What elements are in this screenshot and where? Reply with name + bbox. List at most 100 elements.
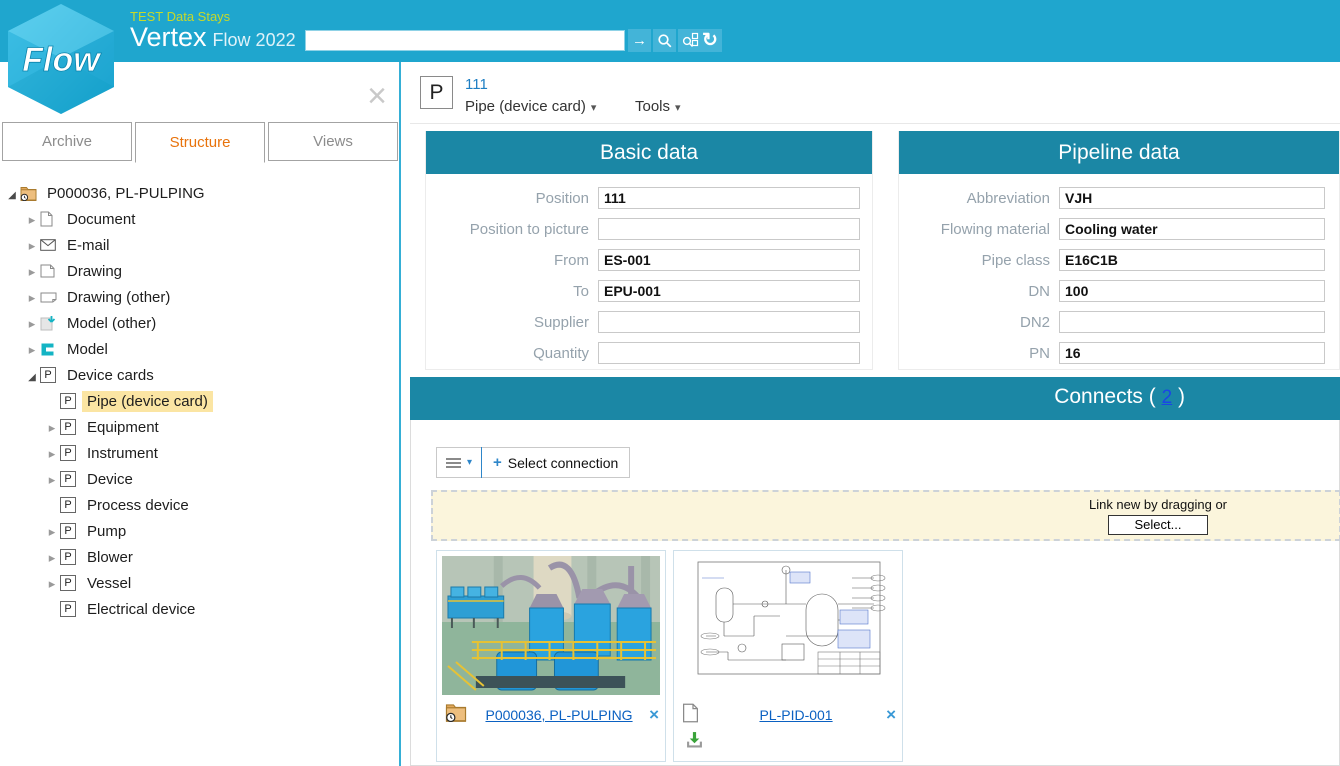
download-icon[interactable] — [686, 731, 703, 753]
tree-item-device[interactable]: P Device — [0, 466, 398, 492]
caret-collapsed-icon[interactable] — [24, 341, 40, 358]
quantity-input[interactable] — [598, 342, 860, 364]
svg-text:Flow: Flow — [22, 41, 102, 79]
connects-count-link[interactable]: 2 — [1162, 387, 1173, 408]
caret-collapsed-icon[interactable] — [44, 549, 60, 566]
caret-collapsed-icon[interactable] — [44, 445, 60, 462]
pipe-class-input[interactable] — [1059, 249, 1325, 271]
tree-item-device-cards[interactable]: P Device cards — [0, 362, 398, 388]
pipeline-data-panel: Pipeline data Abbreviation Flowing mater… — [898, 131, 1340, 370]
from-input[interactable] — [598, 249, 860, 271]
caret-collapsed-icon[interactable] — [44, 523, 60, 540]
tab-views[interactable]: Views — [268, 122, 398, 161]
tree-item-blower[interactable]: P Blower — [0, 544, 398, 570]
caret-expanded-icon[interactable] — [4, 185, 20, 202]
tab-structure[interactable]: Structure — [135, 122, 265, 163]
linked-item-card: PL-PID-001 × — [673, 550, 903, 762]
search-tools-group: ↻ — [678, 29, 722, 52]
tools-dropdown[interactable]: Tools▾ — [635, 98, 681, 115]
caret-collapsed-icon[interactable] — [24, 289, 40, 306]
linked-project-link[interactable]: P000036, PL-PULPING — [475, 707, 643, 723]
pn-input[interactable] — [1059, 342, 1325, 364]
field-label-quantity: Quantity — [426, 345, 598, 362]
position-input[interactable] — [598, 187, 860, 209]
sidebar-tabs: Archive Structure Views — [2, 122, 398, 163]
advanced-search-icon[interactable] — [682, 32, 699, 49]
chevron-down-icon: ▾ — [591, 102, 597, 114]
flow-logo: Flow — [8, 4, 114, 114]
device-card-icon: P — [60, 497, 82, 513]
brand-name: Vertex — [130, 22, 207, 52]
caret-collapsed-icon[interactable] — [44, 575, 60, 592]
device-card-icon: P — [60, 601, 82, 617]
tree-item-process-device[interactable]: P Process device — [0, 492, 398, 518]
linked-item-card: P000036, PL-PULPING × — [436, 550, 666, 762]
device-card-icon: P — [60, 419, 82, 435]
supplier-input[interactable] — [598, 311, 860, 333]
tab-archive[interactable]: Archive — [2, 122, 132, 161]
flowing-material-input[interactable] — [1059, 218, 1325, 240]
tree-item-electrical-device[interactable]: P Electrical device — [0, 596, 398, 622]
folder-clock-icon — [20, 186, 42, 201]
tree-item-drawing[interactable]: Drawing — [0, 258, 398, 284]
field-label-supplier: Supplier — [426, 314, 598, 331]
tree-item-drawing-other[interactable]: Drawing (other) — [0, 284, 398, 310]
connections-menu-button[interactable]: ▾ — [437, 448, 481, 477]
close-icon[interactable]: × — [367, 82, 387, 110]
drawing-other-icon — [40, 292, 62, 303]
field-label-dn: DN — [899, 283, 1059, 300]
connects-title: Connects ( 2 ) — [1054, 385, 1185, 409]
connects-panel-header: Connects ( 2 ) — [410, 377, 1340, 420]
tree-item-vessel[interactable]: P Vessel — [0, 570, 398, 596]
device-card-icon: P — [60, 471, 82, 487]
tree-item-equipment[interactable]: P Equipment — [0, 414, 398, 440]
hamburger-icon — [446, 456, 461, 470]
link-drop-zone[interactable]: Link new by dragging or Select... — [431, 490, 1340, 541]
select-connection-button[interactable]: + Select connection — [482, 448, 629, 477]
device-card-icon: P — [60, 523, 82, 539]
plant-3d-thumbnail[interactable] — [442, 556, 660, 695]
caret-collapsed-icon[interactable] — [24, 263, 40, 280]
top-bar: TEST Data Stays VertexFlow 2022 → ↻ — [0, 0, 1340, 62]
caret-collapsed-icon[interactable] — [24, 211, 40, 228]
tree-item-project[interactable]: P000036, PL-PULPING — [0, 180, 398, 206]
dn-input[interactable] — [1059, 280, 1325, 302]
field-label-pipe-class: Pipe class — [899, 252, 1059, 269]
connects-toolbar: ▾ + Select connection — [436, 447, 630, 478]
caret-collapsed-icon[interactable] — [24, 315, 40, 332]
tree-item-model-other[interactable]: Model (other) — [0, 310, 398, 336]
search-go-button[interactable]: → — [628, 29, 651, 52]
device-card-icon: P — [40, 367, 62, 383]
caret-collapsed-icon[interactable] — [44, 471, 60, 488]
field-label-abbreviation: Abbreviation — [899, 190, 1059, 207]
pipe-card-icon: P — [420, 76, 453, 109]
tree-item-document[interactable]: Document — [0, 206, 398, 232]
tree-item-email[interactable]: E-mail — [0, 232, 398, 258]
tree-item-model[interactable]: Model — [0, 336, 398, 362]
tree-item-instrument[interactable]: P Instrument — [0, 440, 398, 466]
position-to-picture-input[interactable] — [598, 218, 860, 240]
refresh-icon[interactable]: ↻ — [702, 29, 718, 52]
folder-clock-icon — [445, 703, 475, 727]
remove-link-icon[interactable]: × — [880, 705, 896, 725]
caret-expanded-icon[interactable] — [24, 367, 40, 384]
caret-collapsed-icon[interactable] — [44, 419, 60, 436]
abbreviation-input[interactable] — [1059, 187, 1325, 209]
linked-drawing-link[interactable]: PL-PID-001 — [712, 707, 880, 723]
pipeline-data-title: Pipeline data — [899, 131, 1339, 174]
tree-item-pump[interactable]: P Pump — [0, 518, 398, 544]
remove-link-icon[interactable]: × — [643, 705, 659, 725]
global-search-input[interactable] — [305, 30, 625, 51]
model-icon — [40, 342, 62, 357]
tree-item-pipe-device-card[interactable]: P Pipe (device card) — [0, 388, 398, 414]
card-type-dropdown[interactable]: Pipe (device card)▾ — [465, 98, 596, 115]
arrow-right-icon: → — [632, 32, 647, 49]
pid-drawing-thumbnail[interactable] — [679, 556, 897, 695]
caret-collapsed-icon[interactable] — [24, 237, 40, 254]
select-link-button[interactable]: Select... — [1108, 515, 1208, 535]
field-label-from: From — [426, 252, 598, 269]
to-input[interactable] — [598, 280, 860, 302]
app-title: VertexFlow 2022 — [130, 22, 296, 53]
search-button[interactable] — [653, 29, 676, 52]
dn2-input[interactable] — [1059, 311, 1325, 333]
